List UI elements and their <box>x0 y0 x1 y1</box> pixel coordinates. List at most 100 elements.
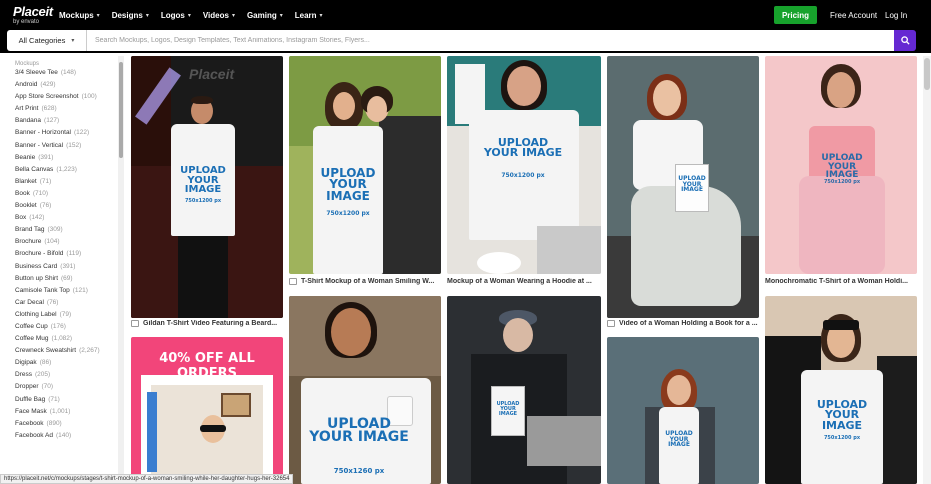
sidebar-item-count: (119) <box>66 250 82 258</box>
sidebar-item[interactable]: Art Print (628) <box>0 103 126 115</box>
sidebar-item-label: Duffle Bag <box>15 395 46 403</box>
chevron-down-icon: ▾ <box>96 12 100 19</box>
sidebar-item[interactable]: Brand Tag (309) <box>0 224 126 236</box>
card-thumbnail: UPLOAD YOUR IMAGE 750x1200 px <box>289 56 441 274</box>
card-caption-text: Video of a Woman Holding a Book for a ..… <box>619 320 758 327</box>
sidebar-item[interactable]: Android (429) <box>0 79 126 91</box>
sidebar-item[interactable]: Coffee Cup (176) <box>0 321 126 333</box>
sidebar-item[interactable]: Blanket (71) <box>0 176 126 188</box>
sidebar-item-label: Button up Shirt <box>15 274 58 282</box>
card-thumbnail: UPLOAD YOUR IMAGE 750x1200 px <box>447 56 601 274</box>
sidebar-item[interactable]: App Store Screenshot (100) <box>0 91 126 103</box>
logo-wordmark: Placeit <box>13 4 53 19</box>
sidebar-item-label: Facebook <box>15 419 44 427</box>
nav-designs[interactable]: Designs ▾ <box>112 11 149 20</box>
sidebar-item-label: Bandana <box>15 117 42 125</box>
nav-label: Logos <box>160 10 185 20</box>
sidebar-item[interactable]: Car Decal (76) <box>0 297 126 309</box>
upload-placeholder-text: UPLOAD YOUR IMAGE <box>320 166 376 203</box>
sidebar-item[interactable]: Bella Canvas (1,223) <box>0 164 126 176</box>
nav-gaming[interactable]: Gaming ▾ <box>247 11 283 20</box>
sidebar-item[interactable]: Digipak (86) <box>0 357 126 369</box>
card-caption: Mockup of a Woman Wearing a Hoodie at ..… <box>447 278 601 285</box>
card-thumbnail: UPLOAD YOUR IMAGE <box>447 296 601 484</box>
sidebar-item[interactable]: Brochure - Bifold (119) <box>0 248 126 260</box>
sidebar-item-label: Dropper <box>15 383 39 391</box>
sidebar-item-label: Facebook Ad <box>15 431 53 439</box>
card-caption: Monochromatic T-Shirt of a Woman Holdi..… <box>765 278 917 285</box>
page-scrollbar-thumb[interactable] <box>924 58 930 90</box>
promo-card[interactable]: 40% OFF ALL ORDERS <box>131 337 283 484</box>
sidebar-item[interactable]: Camisole Tank Top (121) <box>0 285 126 297</box>
sidebar-item-label: Booklet <box>15 202 37 210</box>
sidebar-item[interactable]: Bandana (127) <box>0 115 126 127</box>
sidebar-item[interactable]: Button up Shirt (69) <box>0 273 126 285</box>
category-label: All Categories <box>18 36 66 45</box>
search-input[interactable] <box>87 30 894 51</box>
upload-size-text: 750x1200 px <box>823 435 861 441</box>
sidebar-item[interactable]: Brochure (104) <box>0 236 126 248</box>
result-card[interactable]: UPLOAD YOUR IMAGE 750x1200 px T-Shirt Mo… <box>289 56 441 292</box>
result-card[interactable]: UPLOAD YOUR IMAGE 750x1200 px Mockup of … <box>447 56 601 292</box>
sidebar-item-count: (121) <box>72 286 88 294</box>
sidebar-item[interactable]: Facebook (890) <box>0 418 126 430</box>
card-thumbnail: UPLOAD YOUR IMAGE <box>607 56 759 318</box>
chevron-down-icon: ▾ <box>187 12 191 19</box>
search-button[interactable] <box>894 30 916 51</box>
free-account-link[interactable]: Free Account <box>830 0 877 30</box>
sidebar-item[interactable]: Booklet (76) <box>0 200 126 212</box>
result-card[interactable]: UPLOAD YOUR IMAGE 750x1200 px Monochroma… <box>765 56 917 292</box>
card-thumbnail: UPLOAD YOUR IMAGE <box>607 337 759 484</box>
upload-size-text: 750x1260 px <box>333 467 385 475</box>
result-card[interactable]: UPLOAD YOUR IMAGE 750x1200 px <box>765 296 917 484</box>
result-card[interactable]: Placeit UPLOAD YOUR IMAGE 750x1200 px Gi… <box>131 56 283 334</box>
nav-label: Videos <box>202 10 229 20</box>
sidebar-item[interactable]: Crewneck Sweatshirt (2,267) <box>0 345 126 357</box>
sidebar-item[interactable]: Box (142) <box>0 212 126 224</box>
sidebar-item-count: (71) <box>39 177 52 185</box>
result-card[interactable]: UPLOAD YOUR IMAGE <box>607 337 759 484</box>
sidebar-item[interactable]: Coffee Mug (1,082) <box>0 333 126 345</box>
card-caption-text: Mockup of a Woman Wearing a Hoodie at ..… <box>447 278 592 285</box>
sidebar-item-label: Bella Canvas <box>15 165 54 173</box>
sidebar-item-label: Blanket <box>15 177 37 185</box>
sidebar-item-label: Car Decal <box>15 298 44 306</box>
login-link[interactable]: Log In <box>885 0 907 30</box>
sidebar-item[interactable]: 3/4 Sleeve Tee (148) <box>0 67 126 79</box>
sidebar-item[interactable]: Duffle Bag (71) <box>0 394 126 406</box>
sidebar-item[interactable]: Clothing Label (79) <box>0 309 126 321</box>
placeit-logo[interactable]: Placeit by envato <box>13 5 53 25</box>
upload-placeholder-text: UPLOAD YOUR IMAGE <box>816 398 868 432</box>
sidebar-item[interactable]: Beanie (391) <box>0 152 126 164</box>
result-card[interactable]: UPLOAD YOUR IMAGE Video of a Woman Holdi… <box>607 56 759 334</box>
sidebar-item-label: Digipak <box>15 359 37 367</box>
sidebar-item[interactable]: Face Mask (1,001) <box>0 406 126 418</box>
page-scrollbar-track[interactable] <box>923 56 931 484</box>
category-dropdown[interactable]: All Categories ▾ <box>7 30 87 51</box>
result-card[interactable]: UPLOAD YOUR IMAGE <box>447 296 601 484</box>
card-thumbnail: UPLOAD YOUR IMAGE 750x1200 px <box>765 296 917 484</box>
sidebar-item-label: Crewneck Sweatshirt <box>15 347 77 355</box>
nav-mockups[interactable]: Mockups ▾ <box>59 11 100 20</box>
sidebar-item-label: Dress <box>15 371 32 379</box>
sidebar-item[interactable]: Banner - Vertical (152) <box>0 140 126 152</box>
sidebar-scrollbar-thumb[interactable] <box>119 62 123 158</box>
card-caption-text: T-Shirt Mockup of a Woman Smiling W... <box>301 278 435 285</box>
main-nav: Mockups ▾ Designs ▾ Logos ▾ Videos ▾ Gaming ▾… <box>59 0 335 30</box>
sidebar-item-count: (628) <box>41 105 57 113</box>
nav-learn[interactable]: Learn ▾ <box>295 11 323 20</box>
sidebar-item[interactable]: Dress (205) <box>0 369 126 381</box>
sidebar-item[interactable]: Book (710) <box>0 188 126 200</box>
nav-videos[interactable]: Videos ▾ <box>203 11 235 20</box>
sidebar-item-count: (176) <box>50 322 66 330</box>
sidebar-item[interactable]: Business Card (391) <box>0 261 126 273</box>
sidebar-item-label: Android <box>15 81 38 89</box>
pricing-button[interactable]: Pricing <box>774 6 817 24</box>
sidebar-item[interactable]: Dropper (70) <box>0 381 126 393</box>
sidebar-item-count: (890) <box>46 419 62 427</box>
sidebar-item[interactable]: Facebook Ad (140) <box>0 430 126 442</box>
result-card[interactable]: UPLOAD YOUR IMAGE 750x1260 px <box>289 296 441 484</box>
card-caption: T-Shirt Mockup of a Woman Smiling W... <box>289 278 441 285</box>
sidebar-item[interactable]: Banner - Horizontal (122) <box>0 127 126 139</box>
nav-logos[interactable]: Logos ▾ <box>161 11 191 20</box>
